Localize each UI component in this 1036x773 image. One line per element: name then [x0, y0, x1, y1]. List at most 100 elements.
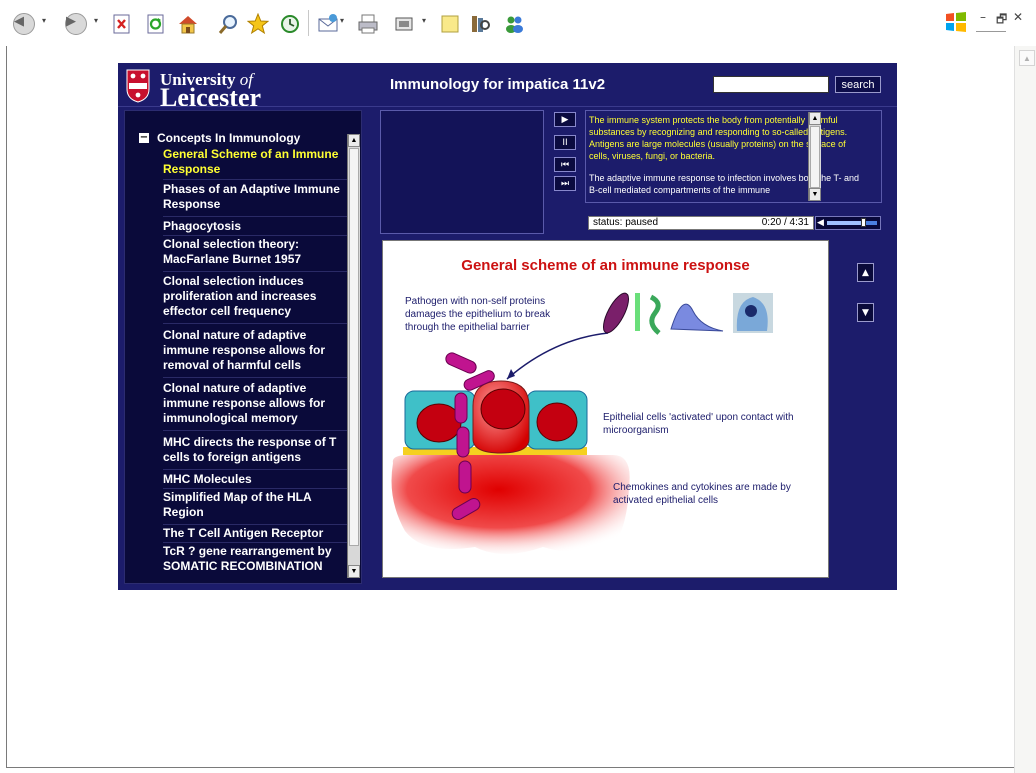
header-divider — [118, 106, 897, 107]
transcript-paragraph-1: The immune system protects the body from… — [589, 115, 848, 161]
nav-item-clonal-selection-proliferation[interactable]: Clonal selection induces proliferation a… — [163, 274, 349, 324]
close-button[interactable]: ✕ — [1013, 10, 1023, 24]
history-button[interactable] — [278, 12, 302, 36]
transcript-panel: The immune system protects the body from… — [585, 110, 882, 203]
mail-icon — [318, 14, 338, 32]
transcript-text: The immune system protects the body from… — [589, 114, 863, 202]
nucleus-right — [536, 402, 578, 442]
stop-icon — [113, 14, 130, 34]
nav-item-clonal-nature-memory[interactable]: Clonal nature of adaptive immune respons… — [163, 381, 349, 431]
transcript-scroll-thumb[interactable] — [810, 126, 820, 188]
nav-item-tcell-receptor[interactable]: The T Cell Antigen Receptor — [163, 526, 349, 543]
back-button[interactable]: ◀ — [12, 12, 36, 36]
page-scrollbar[interactable]: ▲ — [1014, 46, 1036, 773]
forward-button[interactable]: ▶ — [64, 12, 88, 36]
inflammation-area — [391, 455, 630, 554]
stop-button[interactable] — [110, 12, 134, 36]
scroll-thumb[interactable] — [349, 148, 359, 546]
immunology-app: University of Leicester Immunology for i… — [118, 63, 897, 590]
chemokines-label: Chemokines and cytokines are made by act… — [613, 482, 791, 506]
edit-icon — [395, 17, 413, 31]
epithelial-label: Epithelial cells 'activated' upon contac… — [603, 412, 794, 436]
search-input[interactable] — [713, 76, 829, 93]
windows-logo — [946, 12, 966, 32]
volume-track[interactable] — [827, 218, 877, 227]
nav-item-hla-map[interactable]: Simplified Map of the HLA Region — [163, 490, 349, 525]
nucleus-activated — [480, 388, 526, 430]
sidebar: − Concepts In Immunology General Scheme … — [124, 110, 362, 584]
home-icon — [179, 16, 197, 34]
history-icon — [281, 15, 299, 33]
print-button[interactable] — [356, 12, 380, 36]
edit-dropdown-icon[interactable]: ▾ — [422, 16, 426, 25]
play-button[interactable]: ▶ — [554, 112, 576, 127]
sidebar-list: − Concepts In Immunology General Scheme … — [131, 119, 349, 575]
nav-item-clonal-nature-removal[interactable]: Clonal nature of adaptive immune respons… — [163, 328, 349, 378]
speaker-icon: ◀ — [817, 218, 824, 228]
section-title: Concepts In Immunology — [157, 131, 301, 145]
search-button[interactable]: search — [835, 76, 881, 93]
nav-item-general-scheme[interactable]: General Scheme of an Immune Response — [163, 147, 349, 180]
playback-status: status: paused — [593, 217, 659, 228]
video-area[interactable] — [380, 110, 544, 234]
notes-button[interactable] — [438, 12, 462, 36]
status-bar: status: paused 0:20 / 4:31 — [588, 216, 814, 230]
nav-item-tcr-gene-rearrangement[interactable]: TcR ? gene rearrangement by SOMATIC RECO… — [163, 544, 349, 575]
slide-up-button[interactable]: ▲ — [857, 263, 874, 282]
sidebar-scrollbar[interactable]: ▲ ▼ — [347, 134, 360, 578]
mail-dropdown-icon[interactable]: ▾ — [340, 16, 344, 25]
print-icon — [358, 14, 378, 34]
nucleus-left — [416, 403, 462, 443]
nav-item-phagocytosis[interactable]: Phagocytosis — [163, 219, 349, 236]
section-header[interactable]: − Concepts In Immunology — [139, 131, 300, 145]
search-button[interactable] — [216, 12, 240, 36]
fast-forward-button[interactable]: ⏭ — [554, 176, 576, 191]
nav-item-mhc-directs[interactable]: MHC directs the response of T cells to f… — [163, 435, 349, 470]
transcript-scroll-up-icon[interactable]: ▲ — [809, 112, 821, 125]
messenger-icon — [506, 16, 523, 33]
home-button[interactable] — [176, 12, 200, 36]
mail-button[interactable] — [316, 12, 340, 36]
transcript-scroll-down-icon[interactable]: ▼ — [809, 188, 821, 201]
volume-fill — [827, 221, 863, 225]
messenger-button[interactable] — [502, 12, 526, 36]
nav-item-phases[interactable]: Phases of an Adaptive Immune Response — [163, 182, 349, 217]
transcript-scrollbar[interactable]: ▲ ▼ — [808, 112, 821, 201]
scroll-up-icon[interactable]: ▲ — [348, 134, 360, 147]
favorites-icon — [247, 13, 269, 35]
transcript-paragraph-2: The adaptive immune response to infectio… — [589, 173, 859, 195]
app-title: Immunology for impatica 11v2 — [390, 76, 606, 93]
restore-button[interactable]: 🗗 — [996, 10, 1007, 31]
search-icon — [218, 15, 237, 34]
slide-title: General scheme of an immune response — [461, 257, 750, 274]
volume-handle[interactable] — [861, 218, 866, 227]
pathogen-label: Pathogen with non-self proteins damages … — [405, 296, 551, 333]
forward-dropdown-icon[interactable]: ▾ — [94, 16, 98, 25]
refresh-icon — [147, 14, 164, 34]
favorites-button[interactable] — [246, 12, 270, 36]
slide-panel: General scheme of an immune response Pat… — [382, 240, 829, 578]
minimize-button[interactable]: – — [980, 10, 986, 24]
logo-text-line2: Leicester — [160, 83, 262, 112]
immune-response-illustration — [391, 292, 773, 554]
notes-icon — [441, 15, 459, 33]
forward-icon: ▶ — [65, 13, 87, 35]
edit-button[interactable] — [392, 12, 416, 36]
university-logo: University of Leicester — [124, 69, 374, 112]
nav-item-clonal-selection-theory[interactable]: Clonal selection theory: MacFarlane Burn… — [163, 237, 349, 272]
back-icon: ◀ — [13, 13, 35, 35]
scroll-down-icon[interactable]: ▼ — [348, 565, 360, 578]
refresh-button[interactable] — [144, 12, 168, 36]
back-dropdown-icon[interactable]: ▾ — [42, 16, 46, 25]
page-scroll-up-icon[interactable]: ▲ — [1019, 50, 1035, 66]
nav-item-mhc-molecules[interactable]: MHC Molecules — [163, 472, 349, 489]
collapse-icon[interactable]: − — [139, 133, 149, 143]
volume-slider[interactable]: ◀ — [815, 216, 881, 230]
crest-icon — [126, 69, 150, 103]
pause-button[interactable]: II — [554, 135, 576, 150]
browser-toolbar: ◀ ▾ ▶ ▾ ▾ ▾ – 🗗 ✕ — [0, 0, 1036, 46]
research-button[interactable] — [468, 12, 492, 36]
pathogen-images — [602, 292, 773, 335]
rewind-button[interactable]: ⏮ — [554, 157, 576, 172]
slide-down-button[interactable]: ▼ — [857, 303, 874, 322]
